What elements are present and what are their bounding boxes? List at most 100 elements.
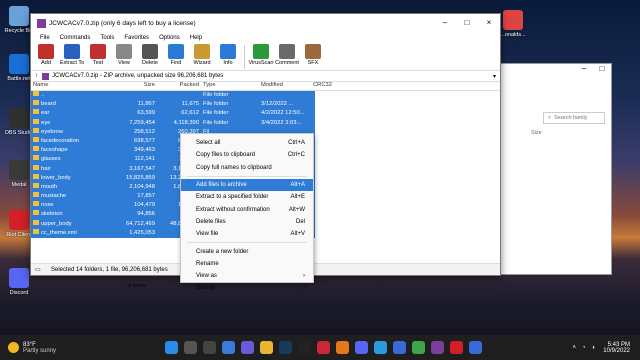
column-header[interactable]: Type [201, 82, 259, 90]
toolbar-icon [64, 44, 80, 59]
winrar-taskbar-icon[interactable] [431, 341, 445, 354]
table-row[interactable]: beard 11,867 11,675 File folder 3/12/2022 ..… [31, 100, 315, 110]
weather-widget[interactable]: 83°F Partly sunny [0, 342, 56, 354]
chrome-icon[interactable] [412, 341, 426, 354]
toolbar-label: Extract To [59, 60, 85, 66]
search-icon[interactable] [184, 341, 198, 354]
discord-icon[interactable] [355, 341, 369, 354]
edge-icon[interactable] [374, 341, 388, 354]
column-header[interactable]: Packed [157, 82, 201, 90]
firefox-icon[interactable] [336, 341, 350, 354]
menu-item-label: View file [196, 231, 219, 238]
row-size: 7,259,454 [129, 119, 155, 126]
app-icon[interactable] [469, 341, 483, 354]
table-row[interactable]: ear 63,599 62,612 File folder 4/2/2022 12:50… [31, 109, 315, 119]
steam-icon[interactable] [279, 341, 293, 354]
desktop-icon-label: Riot Client [6, 232, 32, 238]
table-row[interactable]: .. File folder [31, 91, 315, 101]
folder-icon [33, 146, 39, 152]
chat-icon[interactable] [241, 341, 255, 354]
menu-item[interactable]: Help [185, 35, 207, 41]
address-bar[interactable]: ↑ JCWCACv7.0.zip - ZIP archive, unpacked… [31, 71, 500, 82]
toolbar-button[interactable]: Test [85, 43, 111, 66]
folder-icon [33, 136, 39, 142]
row-name-text: upper_body [41, 220, 72, 227]
column-header[interactable]: Modified [259, 82, 311, 90]
file-explorer-icon[interactable] [260, 341, 274, 354]
context-menu-item[interactable]: Extract without confirmation Alt+W [181, 203, 313, 215]
context-menu-item[interactable]: Copy full names to clipboard [181, 162, 313, 174]
maximize-button[interactable]: □ [456, 14, 478, 32]
row-name: ear [31, 109, 113, 118]
start-icon[interactable] [165, 341, 179, 354]
search-input[interactable]: ⌕ Search family [543, 112, 605, 124]
widgets-icon[interactable] [222, 341, 236, 354]
context-menu-item[interactable]: View as › [181, 270, 313, 282]
row-name: mustache [31, 192, 113, 201]
app-icon [9, 160, 29, 180]
toolbar-button[interactable]: Info [215, 43, 241, 66]
context-menu-item[interactable]: Create a new folder [181, 245, 313, 257]
up-arrow-icon[interactable]: ↑ [35, 73, 38, 79]
toolbar-button[interactable]: SFX [300, 43, 326, 66]
close-button[interactable]: × [478, 14, 500, 32]
file-explorer-window[interactable]: – □ ⌕ Search family Size [492, 63, 612, 275]
row-size: 698,577 [134, 137, 155, 144]
toolbar-label: Add [41, 60, 51, 66]
context-menu-item[interactable]: Copy files to clipboard Ctrl+C [181, 149, 313, 161]
row-name: lower_body [31, 173, 113, 183]
menu-separator [187, 175, 307, 177]
column-header[interactable]: CRC32 [311, 82, 347, 90]
row-name: .. [31, 91, 113, 100]
size-column-header[interactable]: Size [531, 130, 611, 136]
task-view-icon[interactable] [203, 341, 217, 354]
menu-item[interactable]: Favorites [119, 35, 154, 41]
tray-chevron-icon[interactable]: ˄ [573, 345, 577, 351]
context-menu-item[interactable]: Extract to a specified folder Alt+E [181, 191, 313, 203]
row-name: glasses [31, 155, 113, 164]
context-menu-item[interactable]: View file Alt+V [181, 228, 313, 240]
toolbar-button[interactable]: Wizard [189, 43, 215, 66]
folder-icon [33, 100, 39, 106]
dropdown-icon[interactable]: ▾ [493, 73, 496, 80]
column-header[interactable]: Size [113, 82, 157, 90]
app-icon [9, 54, 29, 74]
status-icon: ▭ [35, 267, 41, 273]
toolbar-button[interactable]: Delete [137, 43, 163, 66]
toolbar-icon [168, 44, 184, 59]
menu-item[interactable]: Options [154, 35, 185, 41]
toolbar-button[interactable]: View [111, 43, 137, 66]
store-icon[interactable] [393, 341, 407, 354]
row-size: 104,479 [134, 202, 155, 209]
toolbar-button[interactable]: Find [163, 43, 189, 66]
menu-item[interactable]: File [35, 35, 55, 41]
context-menu-item[interactable]: Sort by › [181, 282, 313, 294]
toolbar-button[interactable]: Extract To [59, 43, 85, 66]
maximize-icon[interactable]: □ [593, 64, 611, 76]
menu-item[interactable]: Commands [55, 35, 96, 41]
riot-icon[interactable] [450, 341, 464, 354]
minimize-button[interactable]: – [434, 14, 456, 32]
toolbar-button[interactable]: VirusScan [248, 43, 274, 66]
epic-games-icon[interactable] [298, 341, 312, 354]
column-header[interactable]: Name [31, 82, 113, 90]
context-menu-item[interactable]: Select all Ctrl+A [181, 137, 313, 149]
toolbar-icon [194, 44, 210, 59]
context-menu-item[interactable]: Rename [181, 258, 313, 270]
menu-item-shortcut: Del [295, 218, 305, 225]
context-menu-item[interactable]: Delete files Del [181, 216, 313, 228]
clock[interactable]: 5:43 PM 10/9/2022 [603, 342, 630, 354]
table-row[interactable]: eye 7,259,454 4,118,390 File folder 3/4/2022… [31, 118, 315, 128]
toolbar-button[interactable]: Add [33, 43, 59, 66]
toolbar-button[interactable]: Comment [274, 43, 300, 66]
desktop-icon-right[interactable]: ...onalds... [496, 10, 530, 38]
minimize-icon[interactable]: – [575, 64, 593, 76]
wifi-icon[interactable]: ◔ [582, 345, 586, 351]
menu-item-label: Copy full names to clipboard [196, 164, 272, 171]
weather-sun-icon [8, 342, 19, 353]
menu-item[interactable]: Tools [95, 35, 119, 41]
valorant-icon[interactable] [317, 341, 331, 354]
row-size: 258,512 [134, 128, 155, 135]
volume-icon[interactable]: ◖ [592, 345, 596, 351]
context-menu-item[interactable]: Add files to archive Alt+A [181, 178, 313, 192]
